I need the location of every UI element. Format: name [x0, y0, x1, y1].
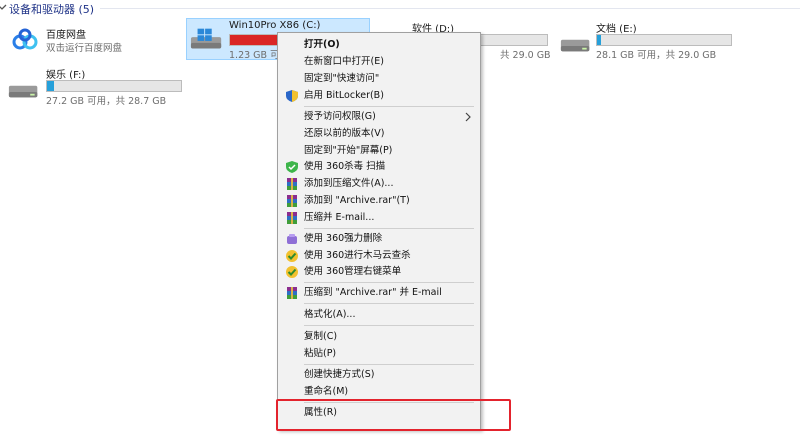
winrar-icon — [287, 212, 297, 224]
menu-item[interactable]: 压缩并 E-mail... — [278, 210, 480, 227]
menu-item-label: 创建快捷方式(S) — [304, 369, 375, 380]
devices-section-header[interactable]: 设备和驱动器 (5) — [0, 0, 800, 16]
menu-item-label: 添加到 "Archive.rar"(T) — [304, 195, 410, 206]
drive-f-tile[interactable]: 娱乐 (F:) 27.2 GB 可用，共 28.7 GB — [6, 64, 186, 107]
drive-e-size: 28.1 GB 可用，共 29.0 GB — [596, 50, 717, 61]
baidu-netdisk-tile[interactable]: 百度网盘 双击运行百度网盘 — [8, 24, 178, 58]
menu-separator — [304, 303, 474, 304]
winrar-icon — [287, 287, 297, 299]
baidu-netdisk-icon — [12, 28, 38, 50]
360-delete-icon — [287, 234, 297, 244]
menu-item[interactable]: 使用 360管理右键菜单 — [278, 264, 480, 281]
drive-e-name: 文档 (E:) — [596, 24, 637, 35]
menu-item-label: 启用 BitLocker(B) — [304, 90, 384, 101]
menu-item[interactable]: 固定到"快速访问" — [278, 71, 480, 88]
menu-separator — [304, 282, 474, 283]
menu-item-label: 粘贴(P) — [304, 348, 337, 359]
drive-f-name: 娱乐 (F:) — [46, 70, 86, 81]
chevron-down-icon[interactable] — [0, 1, 8, 13]
menu-item[interactable]: 格式化(A)... — [278, 307, 480, 324]
drive-icon — [560, 39, 590, 52]
menu-item[interactable]: 压缩到 "Archive.rar" 并 E-mail — [278, 285, 480, 302]
context-menu: 打开(O) 在新窗口中打开(E) 固定到"快速访问" 启用 BitLocker(B) 授… — [277, 32, 481, 430]
menu-item-label: 在新窗口中打开(E) — [304, 56, 384, 67]
drive-e-tile[interactable]: 文档 (E:) 28.1 GB 可用，共 29.0 GB — [556, 18, 740, 61]
drive-e-usage-bar — [596, 34, 732, 46]
menu-item-label: 打开(O) — [304, 39, 340, 50]
section-title: 设备和驱动器 (5) — [9, 3, 95, 16]
menu-item-label: 使用 360杀毒 扫描 — [304, 161, 386, 172]
menu-item-label: 固定到"开始"屏幕(P) — [304, 145, 393, 156]
menu-item[interactable]: 复制(C) — [278, 329, 480, 346]
menu-item[interactable]: 启用 BitLocker(B) — [278, 88, 480, 105]
menu-separator — [304, 325, 474, 326]
menu-separator — [304, 364, 474, 365]
baidu-netdisk-subtitle: 双击运行百度网盘 — [46, 43, 123, 54]
menu-item-label: 使用 360进行木马云查杀 — [304, 250, 411, 261]
menu-item-label: 格式化(A)... — [304, 309, 356, 320]
menu-item[interactable]: 粘贴(P) — [278, 346, 480, 363]
menu-item[interactable]: 打开(O) — [278, 37, 480, 54]
menu-item[interactable]: 还原以前的版本(V) — [278, 126, 480, 143]
menu-item[interactable]: 添加到 "Archive.rar"(T) — [278, 193, 480, 210]
menu-item-label: 使用 360强力删除 — [304, 233, 383, 244]
drive-f-usage-bar — [46, 80, 182, 92]
winrar-icon — [287, 195, 297, 207]
menu-item[interactable]: 固定到"开始"屏幕(P) — [278, 143, 480, 160]
menu-item-label: 压缩到 "Archive.rar" 并 E-mail — [304, 287, 442, 298]
drive-f-usage-fill — [47, 81, 54, 91]
menu-item-label: 添加到压缩文件(A)... — [304, 178, 394, 189]
menu-item[interactable]: 授予访问权限(G) — [278, 109, 480, 126]
properties-highlight-box — [276, 399, 511, 431]
menu-item-label: 压缩并 E-mail... — [304, 212, 375, 223]
menu-item-label: 复制(C) — [304, 331, 338, 342]
shield-icon — [286, 90, 298, 102]
menu-separator — [304, 228, 474, 229]
menu-item-label: 固定到"快速访问" — [304, 73, 380, 84]
drive-icon — [8, 85, 38, 98]
360-cloud-icon — [286, 250, 298, 262]
menu-item[interactable]: 添加到压缩文件(A)... — [278, 176, 480, 193]
drive-e-usage-fill — [597, 35, 602, 45]
menu-item[interactable]: 创建快捷方式(S) — [278, 367, 480, 384]
section-divider — [100, 8, 800, 9]
drive-c-name: Win10Pro X86 (C:) — [229, 20, 321, 31]
360-cloud-icon — [286, 266, 298, 278]
menu-item[interactable]: 使用 360杀毒 扫描 — [278, 159, 480, 176]
windows-drive-icon — [190, 28, 222, 49]
drive-d-size: 共 29.0 GB — [500, 50, 551, 61]
chevron-right-icon — [465, 112, 471, 122]
baidu-netdisk-name: 百度网盘 — [46, 30, 86, 41]
menu-item-label: 使用 360管理右键菜单 — [304, 266, 402, 277]
menu-item-label: 重命名(M) — [304, 386, 349, 397]
menu-item[interactable]: 使用 360强力删除 — [278, 231, 480, 248]
menu-separator — [304, 106, 474, 107]
menu-item[interactable]: 使用 360进行木马云查杀 — [278, 248, 480, 265]
menu-item-label: 授予访问权限(G) — [304, 111, 376, 122]
menu-item[interactable]: 在新窗口中打开(E) — [278, 54, 480, 71]
360-antivirus-icon — [286, 161, 298, 173]
winrar-icon — [287, 178, 297, 190]
menu-item-label: 还原以前的版本(V) — [304, 128, 385, 139]
drive-f-size: 27.2 GB 可用，共 28.7 GB — [46, 96, 167, 107]
